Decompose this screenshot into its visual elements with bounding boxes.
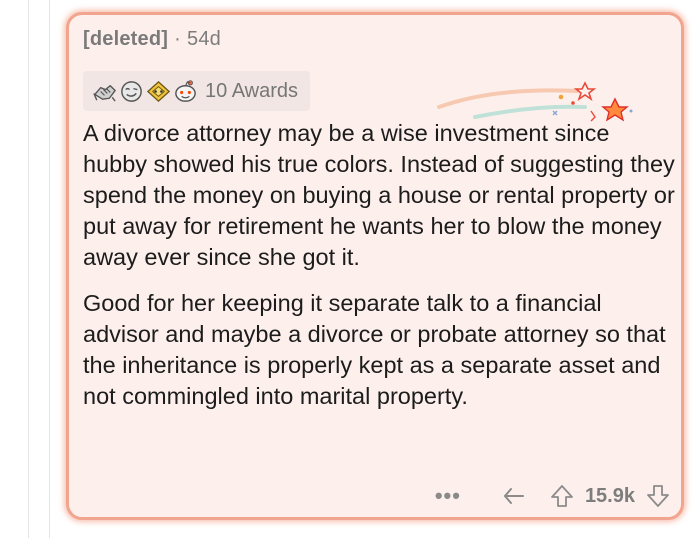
reply-icon[interactable] bbox=[501, 483, 527, 509]
comment-actions: ••• 15.9k bbox=[435, 481, 671, 511]
comment-author[interactable]: [deleted] bbox=[83, 28, 168, 50]
upvote-icon[interactable] bbox=[549, 483, 575, 509]
thread-line[interactable] bbox=[28, 0, 29, 538]
downvote-icon[interactable] bbox=[645, 483, 671, 509]
comment-meta: [deleted] · 54d bbox=[83, 28, 221, 51]
awards-bar[interactable]: 10 Awards bbox=[83, 71, 311, 111]
comment-paragraph: A divorce attorney may be a wise investm… bbox=[83, 120, 675, 270]
vote-score: 15.9k bbox=[584, 484, 635, 507]
gold-bow-award-icon bbox=[145, 78, 172, 105]
comment-thread: [deleted] · 54d 10 Awards A divorce atto… bbox=[0, 0, 700, 538]
meta-separator: · bbox=[174, 28, 182, 50]
awards-count: 10 Awards bbox=[205, 79, 299, 102]
snoo-face-award-icon bbox=[172, 78, 199, 105]
comment-paragraph: Good for her keeping it separate talk to… bbox=[83, 290, 666, 409]
comment-body: A divorce attorney may be a wise investm… bbox=[83, 118, 679, 427]
silver-handshake-award-icon bbox=[91, 78, 118, 105]
more-options-button[interactable]: ••• bbox=[435, 485, 461, 507]
comment-card: [deleted] · 54d 10 Awards A divorce atto… bbox=[66, 12, 684, 520]
thread-line[interactable] bbox=[49, 0, 50, 538]
comment-age: 54d bbox=[187, 28, 221, 50]
wink-face-award-icon bbox=[118, 78, 145, 105]
